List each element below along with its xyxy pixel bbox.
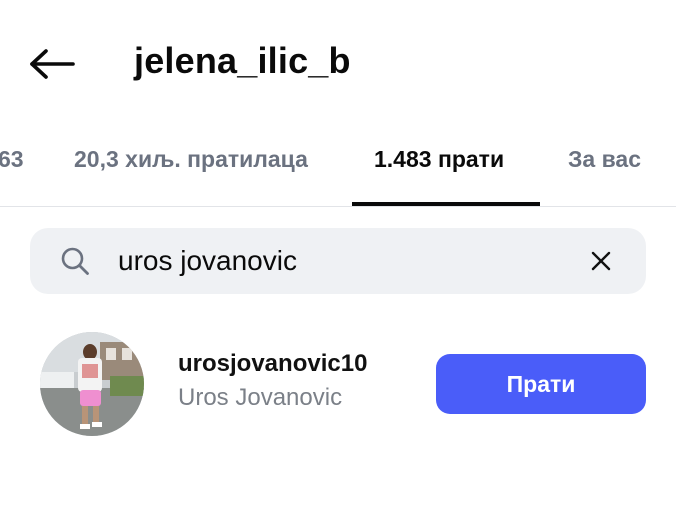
result-full-name: Uros Jovanovic: [178, 384, 343, 411]
avatar-photo: [40, 332, 144, 436]
result-username[interactable]: urosjovanovic10: [178, 350, 367, 378]
page-title: jelena_ilic_b: [134, 40, 351, 81]
close-icon[interactable]: [588, 248, 614, 274]
follow-button[interactable]: Прати: [436, 354, 646, 414]
top-bar: jelena_ilic_b: [0, 0, 676, 120]
tab-bar: 63 20,3 хиљ. пратилаца 1.483 прати За ва…: [0, 120, 676, 207]
tab-following[interactable]: 1.483 прати: [374, 146, 504, 173]
active-tab-indicator: [352, 202, 540, 206]
tab-for-you[interactable]: За вас: [568, 146, 641, 173]
tab-followers[interactable]: 20,3 хиљ. пратилаца: [74, 146, 308, 173]
back-button[interactable]: [26, 44, 78, 84]
search-bar[interactable]: [30, 228, 646, 294]
avatar[interactable]: [40, 332, 144, 436]
list-item[interactable]: urosjovanovic10 Uros Jovanovic Прати: [0, 326, 676, 438]
search-icon: [61, 247, 89, 275]
arrow-left-icon: [30, 49, 75, 79]
search-input[interactable]: [118, 240, 568, 282]
tab-posts[interactable]: 63: [0, 146, 24, 173]
